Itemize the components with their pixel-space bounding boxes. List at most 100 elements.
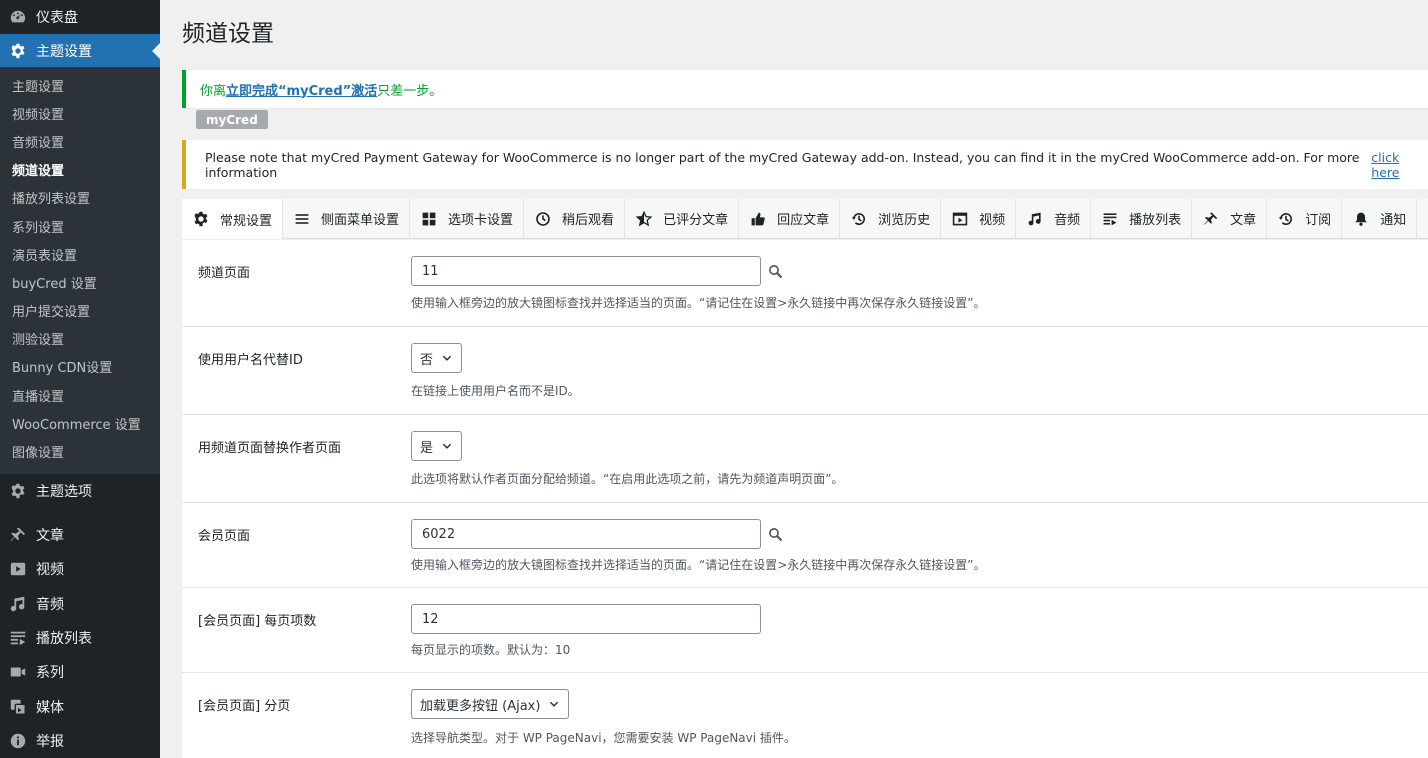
woocommerce-gateway-notice: Please note that myCred Payment Gateway … [182, 140, 1428, 189]
chevron-down-icon [548, 698, 560, 710]
video-icon [951, 210, 969, 228]
submenu-playlist-settings[interactable]: 播放列表设置 [0, 184, 160, 212]
music-icon [1026, 210, 1044, 228]
tab-posts[interactable]: 文章 [1192, 199, 1268, 238]
setting-description: 每页显示的项数。默认为：10 [411, 643, 571, 657]
tab-side-menu[interactable]: 侧面菜单设置 [283, 199, 411, 238]
pagination-select[interactable]: 加载更多按钮 (Ajax) [411, 689, 570, 719]
search-icon[interactable] [767, 526, 783, 542]
replace-author-select[interactable]: 是 [411, 431, 463, 461]
submenu-audio-settings[interactable]: 音频设置 [0, 127, 160, 155]
tab-notifications[interactable]: 通知 [1342, 199, 1418, 238]
sidebar-item-reports[interactable]: 举报 [0, 724, 160, 758]
setting-row-member-page: 会员页面 6022 使用输入框旁边的放大镜图标查找并选择适当的页面。“请记住在设… [182, 503, 1428, 588]
sidebar-item-theme-settings[interactable]: 主题设置 [0, 34, 160, 67]
notice-text: Please note that myCred Payment Gateway … [205, 149, 1360, 180]
submenu-bunny-cdn-settings[interactable]: Bunny CDN设置 [0, 353, 160, 381]
replace-author-field: 是 [411, 431, 463, 461]
tab-tabs-settings[interactable]: 选项卡设置 [410, 199, 525, 238]
submenu-woocommerce-settings[interactable]: WooCommerce 设置 [0, 409, 160, 437]
sidebar-item-label: 音频 [36, 596, 64, 613]
tab-label: 已评分文章 [663, 213, 729, 228]
channel-page-input[interactable]: 11 [411, 256, 761, 286]
channel-page-field: 11 [411, 256, 783, 286]
mycred-badge: myCred [196, 110, 268, 129]
use-username-select[interactable]: 否 [411, 343, 463, 373]
tab-general[interactable]: 常规设置 [182, 199, 284, 239]
sidebar-item-videos[interactable]: 视频 [0, 552, 160, 586]
tab-label: 视频 [979, 213, 1006, 228]
setting-label: [会员页面] 每页项数 [198, 614, 317, 629]
submenu-buycred-settings[interactable]: buyCred 设置 [0, 268, 160, 296]
sidebar-item-label: 文章 [36, 528, 64, 545]
tab-label: 文章 [1230, 213, 1257, 228]
chevron-down-icon [441, 352, 453, 364]
tab-label: 通知 [1380, 213, 1407, 228]
tab-label: 播放列表 [1129, 213, 1182, 228]
submenu-theme-settings[interactable]: 主题设置 [0, 71, 160, 99]
setting-label: 频道页面 [198, 266, 251, 281]
submenu-live-settings[interactable]: 直播设置 [0, 381, 160, 409]
setting-row-use-username: 使用用户名代替ID 否 在链接上使用用户名而不是ID。 [182, 327, 1428, 415]
submenu-channel-settings[interactable]: 频道设置 [0, 156, 160, 184]
sidebar-item-label: 系列 [36, 665, 64, 682]
use-username-field: 否 [411, 343, 463, 373]
tab-rated-posts[interactable]: 已评分文章 [625, 199, 740, 238]
gear-icon [8, 41, 28, 61]
tab-label: 音频 [1054, 213, 1081, 228]
sidebar-item-dashboard[interactable]: 仪表盘 [0, 0, 160, 34]
sidebar-item-label: 播放列表 [36, 630, 92, 647]
setting-label: [会员页面] 分页 [198, 699, 291, 714]
setting-row-per-page: [会员页面] 每页项数 12 每页显示的项数。默认为：10 [182, 588, 1428, 673]
setting-description: 在链接上使用用户名而不是ID。 [411, 384, 580, 398]
tab-videos[interactable]: 视频 [941, 199, 1017, 238]
member-page-input[interactable]: 6022 [411, 519, 761, 549]
chevron-down-icon [441, 440, 453, 452]
per-page-field: 12 [411, 604, 761, 634]
submenu-image-settings[interactable]: 图像设置 [0, 437, 160, 465]
per-page-input[interactable]: 12 [411, 604, 761, 634]
activation-notice: 你离 立即完成“myCred”激活 只差一步。 [182, 70, 1428, 108]
member-page-field: 6022 [411, 519, 783, 549]
search-icon[interactable] [767, 263, 783, 279]
setting-description: 此选项将默认作者页面分配给频道。“在启用此选项之前，请先为频道声明页面”。 [411, 472, 844, 486]
sidebar-item-series[interactable]: 系列 [0, 655, 160, 689]
setting-label: 使用用户名代替ID [198, 353, 303, 368]
select-value: 加载更多按钮 (Ajax) [420, 698, 541, 714]
submenu-video-settings[interactable]: 视频设置 [0, 99, 160, 127]
sidebar-item-audio[interactable]: 音频 [0, 587, 160, 621]
history-icon [850, 210, 868, 228]
click-here-link[interactable]: click here [1371, 150, 1428, 180]
tab-reacted-posts[interactable]: 回应文章 [739, 199, 841, 238]
sidebar-item-playlists[interactable]: 播放列表 [0, 621, 160, 655]
sidebar-item-theme-options[interactable]: 主题选项 [0, 474, 160, 508]
history-icon [1277, 210, 1295, 228]
select-value: 是 [420, 440, 434, 456]
settings-panel: 频道页面 11 使用输入框旁边的放大镜图标查找并选择适当的页面。“请记住在设置>… [182, 240, 1428, 758]
submenu-series-settings[interactable]: 系列设置 [0, 212, 160, 240]
sidebar-item-posts[interactable]: 文章 [0, 518, 160, 552]
menu-icon [293, 210, 311, 228]
tab-label: 回应文章 [777, 213, 830, 228]
tab-label: 选项卡设置 [448, 213, 514, 228]
tab-label: 侧面菜单设置 [321, 213, 400, 228]
tab-history[interactable]: 浏览历史 [840, 199, 942, 238]
main-content: 频道设置 你离 立即完成“myCred”激活 只差一步。 myCred Plea… [160, 0, 1428, 758]
camera-icon [8, 662, 28, 682]
submenu-quiz-settings[interactable]: 测验设置 [0, 325, 160, 353]
dashboard-icon [8, 7, 28, 27]
setting-row-replace-author: 用频道页面替换作者页面 是 此选项将默认作者页面分配给频道。“在启用此选项之前，… [182, 415, 1428, 503]
setting-description: 选择导航类型。对于 WP PageNavi，您需要安装 WP PageNavi … [411, 731, 796, 745]
sidebar-item-media[interactable]: 媒体 [0, 689, 160, 723]
setting-row-pagination: [会员页面] 分页 加载更多按钮 (Ajax) 选择导航类型。对于 WP Pag… [182, 673, 1428, 758]
pin-icon [1202, 210, 1220, 228]
submenu-cast-settings[interactable]: 演员表设置 [0, 240, 160, 268]
pin-icon [8, 525, 28, 545]
activate-mycred-link[interactable]: 立即完成“myCred”激活 [226, 80, 377, 99]
tab-audio[interactable]: 音频 [1016, 199, 1092, 238]
tab-playlists[interactable]: 播放列表 [1091, 199, 1193, 238]
tab-label: 稍后观看 [562, 213, 615, 228]
tab-subscriptions[interactable]: 订阅 [1267, 199, 1343, 238]
tab-watch-later[interactable]: 稍后观看 [524, 199, 626, 238]
submenu-user-submit-settings[interactable]: 用户提交设置 [0, 297, 160, 325]
